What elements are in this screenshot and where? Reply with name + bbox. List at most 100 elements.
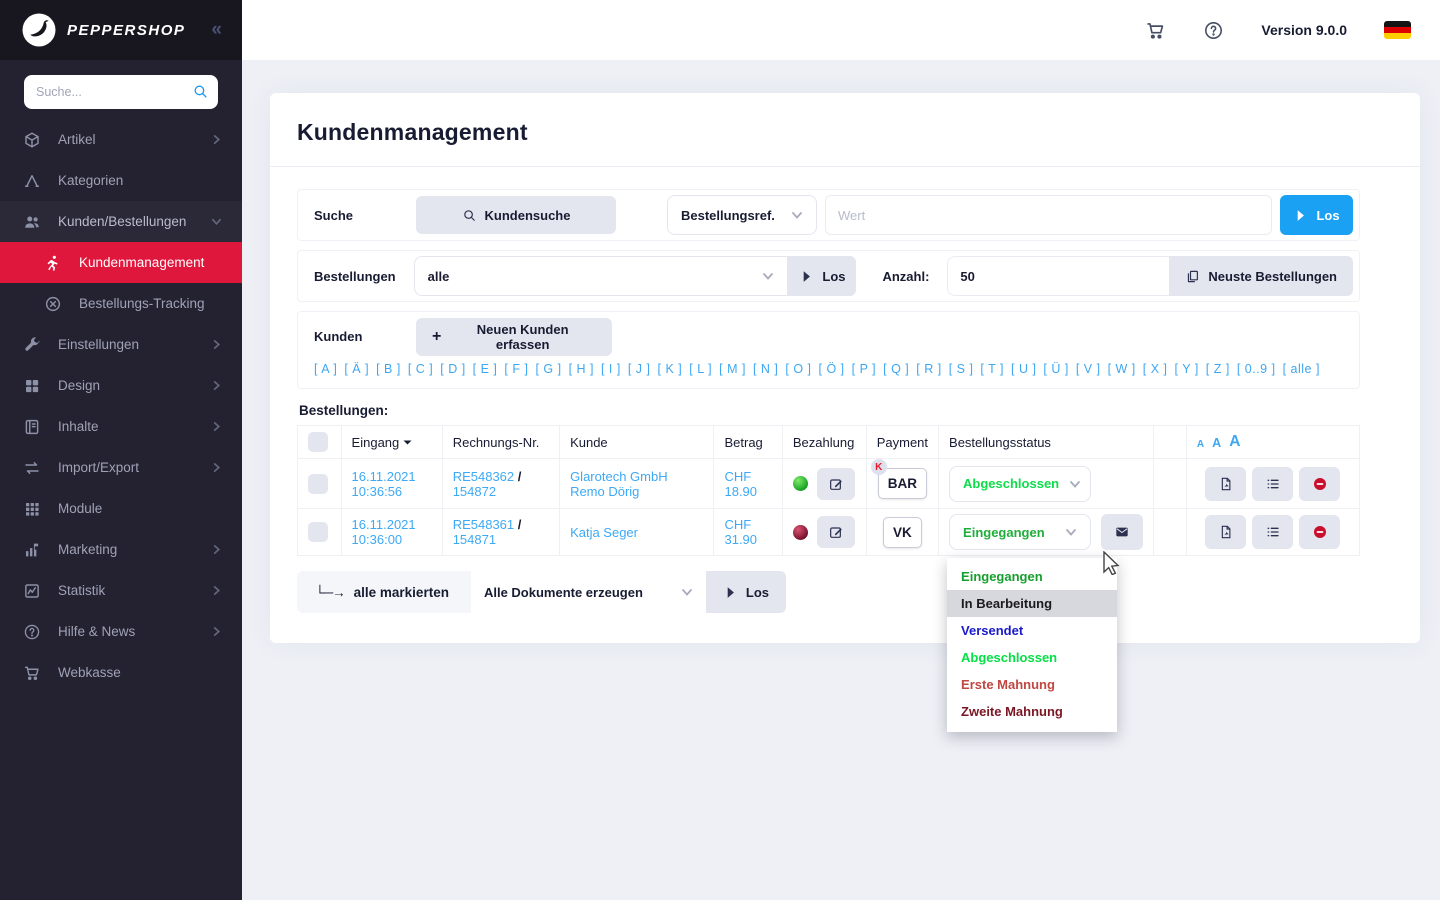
payment-method-button[interactable]: K BAR [870, 459, 927, 499]
bulk-action-select[interactable]: Alle Dokumente erzeugen [470, 571, 706, 613]
order-details-button[interactable] [1252, 515, 1294, 549]
sidebar-item-statistik[interactable]: Statistik [0, 570, 242, 611]
select-all-checkbox[interactable] [308, 432, 328, 452]
alphabet-link-Ö[interactable]: [ Ö ] [819, 362, 845, 376]
alphabet-link-O[interactable]: [ O ] [785, 362, 811, 376]
alphabet-link-S[interactable]: [ S ] [949, 362, 974, 376]
status-option-erste-mahnung[interactable]: Erste Mahnung [947, 671, 1117, 698]
status-option-abgeschlossen[interactable]: Abgeschlossen [947, 644, 1117, 671]
order-number-link[interactable]: 154872 [453, 484, 496, 499]
col-eingang[interactable]: Eingang [340, 425, 443, 459]
sidebar-item-artikel[interactable]: Artikel [0, 119, 242, 160]
orders-table: Eingang Rechnungs-Nr. Kunde Betrag Bezah… [297, 425, 1361, 732]
alphabet-link-X[interactable]: [ X ] [1143, 362, 1168, 376]
newest-orders-button[interactable]: Neuste Bestellungen [1169, 256, 1353, 296]
sidebar-item-import-export[interactable]: Import/Export [0, 447, 242, 488]
alphabet-link-U[interactable]: [ U ] [1011, 362, 1036, 376]
pdf-button[interactable] [1205, 515, 1247, 549]
sidebar-item-kunden-bestellungen[interactable]: Kunden/Bestellungen [0, 201, 242, 242]
order-date-link[interactable]: 16.11.2021 10:36:00 [352, 517, 416, 547]
alphabet-link-D[interactable]: [ D ] [440, 362, 465, 376]
sidebar-collapse-icon[interactable]: « [211, 19, 222, 41]
delete-order-button[interactable] [1299, 466, 1341, 501]
sidebar-item-marketing[interactable]: Marketing [0, 529, 242, 570]
new-customer-button[interactable]: + Neuen Kunden erfassen [416, 317, 612, 356]
col-rechnungs-nr[interactable]: Rechnungs-Nr. [441, 425, 561, 459]
alphabet-link-E[interactable]: [ E ] [473, 362, 498, 376]
alphabet-link-H[interactable]: [ H ] [569, 362, 594, 376]
col-betrag[interactable]: Betrag [713, 425, 783, 459]
search-icon[interactable] [192, 83, 209, 100]
alphabet-link-Ü[interactable]: [ Ü ] [1043, 362, 1068, 376]
alphabet-link-V[interactable]: [ V ] [1076, 362, 1101, 376]
sidebar-item-webkasse[interactable]: Webkasse [0, 652, 242, 693]
sidebar-item-einstellungen[interactable]: Einstellungen [0, 324, 242, 365]
pdf-button[interactable] [1205, 466, 1247, 501]
status-option-versendet[interactable]: Versendet [947, 617, 1117, 644]
sidebar-item-design[interactable]: Design [0, 365, 242, 406]
order-date-link[interactable]: 16.11.2021 10:36:56 [352, 469, 416, 499]
order-ref-select[interactable]: Bestellungsref. [667, 195, 817, 235]
sidebar-item-kategorien[interactable]: Kategorien [0, 160, 242, 201]
font-size-control-1[interactable]: A [1197, 439, 1204, 450]
payment-method-button[interactable]: VK [882, 516, 922, 548]
invoice-link[interactable]: RE548361 [453, 517, 514, 532]
bulk-go-button[interactable]: Los [705, 571, 786, 613]
sidebar-item-bestellungs-tracking[interactable]: Bestellungs-Tracking [0, 283, 242, 324]
sidebar-item-hilfe-news[interactable]: Hilfe & News [0, 611, 242, 652]
alphabet-link-W[interactable]: [ W ] [1108, 362, 1136, 376]
orders-go-button[interactable]: Los [788, 256, 857, 296]
alphabet-link-F[interactable]: [ F ] [504, 362, 528, 376]
alphabet-link-Y[interactable]: [ Y ] [1175, 362, 1199, 376]
alphabet-link-Q[interactable]: [ Q ] [883, 362, 909, 376]
alphabet-link-I[interactable]: [ I ] [601, 362, 621, 376]
cart-icon[interactable] [1145, 20, 1166, 41]
sidebar-item-inhalte[interactable]: Inhalte [0, 406, 242, 447]
help-circle-icon[interactable] [1203, 20, 1224, 41]
order-status-select[interactable]: Eingegangen [949, 514, 1092, 550]
orders-scope-select[interactable]: alle [413, 256, 789, 296]
row-checkbox[interactable] [308, 522, 328, 542]
font-size-control-2[interactable]: A [1212, 437, 1221, 450]
alphabet-link-T[interactable]: [ T ] [980, 362, 1004, 376]
alphabet-link-A[interactable]: [ A ] [314, 362, 337, 376]
customer-link[interactable]: Katja Seger [570, 525, 638, 540]
alphabet-link-0..9[interactable]: [ 0..9 ] [1237, 362, 1276, 376]
sidebar-search-input[interactable] [24, 75, 218, 109]
alphabet-link-B[interactable]: [ B ] [376, 362, 401, 376]
status-option-in-bearbeitung[interactable]: In Bearbeitung [947, 590, 1118, 617]
order-number-link[interactable]: 154871 [453, 532, 496, 547]
row-checkbox[interactable] [308, 473, 328, 494]
alphabet-link-G[interactable]: [ G ] [535, 362, 561, 376]
edit-payment-button[interactable] [816, 467, 855, 500]
search-value-input[interactable] [825, 195, 1272, 235]
alphabet-link-J[interactable]: [ J ] [628, 362, 651, 376]
delete-order-button[interactable] [1299, 515, 1341, 549]
language-flag-german[interactable] [1384, 21, 1411, 39]
alphabet-link-N[interactable]: [ N ] [753, 362, 778, 376]
status-option-eingegangen[interactable]: Eingegangen [947, 563, 1117, 590]
edit-payment-button[interactable] [816, 516, 855, 548]
customer-link[interactable]: Glarotech GmbH Remo Dörig [570, 469, 668, 499]
alphabet-link-C[interactable]: [ C ] [408, 362, 433, 376]
sidebar-item-module[interactable]: Module [0, 488, 242, 529]
order-status-select[interactable]: Abgeschlossen [949, 465, 1092, 502]
count-input[interactable] [947, 256, 1170, 296]
invoice-link[interactable]: RE548362 [453, 469, 514, 484]
alphabet-link-P[interactable]: [ P ] [852, 362, 877, 376]
alphabet-link-M[interactable]: [ M ] [719, 362, 746, 376]
alphabet-link-R[interactable]: [ R ] [916, 362, 941, 376]
col-kunde[interactable]: Kunde [559, 425, 715, 459]
alphabet-link-L[interactable]: [ L ] [689, 362, 712, 376]
send-mail-button[interactable] [1101, 514, 1144, 550]
order-details-button[interactable] [1252, 466, 1294, 501]
alphabet-link-K[interactable]: [ K ] [658, 362, 683, 376]
search-go-button[interactable]: Los [1280, 195, 1353, 235]
font-size-control-3[interactable]: A [1229, 434, 1240, 450]
sidebar-item-kundenmanagement[interactable]: Kundenmanagement [0, 242, 242, 283]
alphabet-link-Ä[interactable]: [ Ä ] [344, 362, 369, 376]
alphabet-link-Z[interactable]: [ Z ] [1206, 362, 1230, 376]
status-option-zweite-mahnung[interactable]: Zweite Mahnung [947, 698, 1117, 725]
alphabet-link-alle[interactable]: [ alle ] [1283, 362, 1320, 376]
customer-search-button[interactable]: Kundensuche [416, 196, 616, 234]
